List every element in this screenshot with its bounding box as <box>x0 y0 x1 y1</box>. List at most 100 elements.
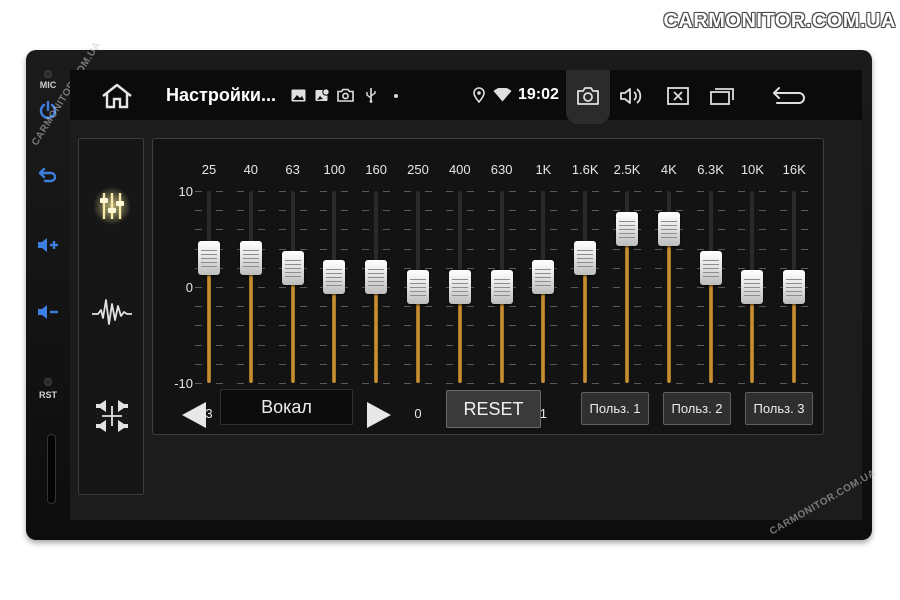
screen: Настройки... 19:02 10 0 -10 25 3 40 63 1… <box>70 70 862 520</box>
scale-tick <box>738 229 746 231</box>
reset-button[interactable]: RESET <box>446 390 541 428</box>
user-preset-2-button[interactable]: Польз. 2 <box>663 392 731 425</box>
volume-up-button[interactable] <box>32 231 64 259</box>
scale-tick <box>696 210 704 212</box>
scale-tick <box>320 229 328 231</box>
band-slider-knob[interactable] <box>281 250 304 285</box>
band-level-fill <box>290 267 295 383</box>
band-slider-track[interactable] <box>207 191 211 383</box>
scale-tick <box>466 210 474 212</box>
band-slider-knob[interactable] <box>699 250 722 285</box>
band-slider-track[interactable] <box>248 191 253 383</box>
equalizer-tab[interactable] <box>87 181 137 231</box>
scale-tick <box>508 306 516 308</box>
band-level-fill <box>583 258 588 383</box>
home-icon <box>102 83 132 109</box>
balance-fader-tab[interactable] <box>87 391 137 441</box>
preset-next-button[interactable] <box>365 400 393 430</box>
band-slider-knob[interactable] <box>574 241 597 276</box>
scale-tick <box>550 191 558 192</box>
scale-tick <box>738 248 746 250</box>
sd-card-slot <box>47 434 56 504</box>
band-slider-track[interactable] <box>290 191 295 383</box>
image-icon <box>290 85 306 105</box>
scale-tick <box>550 383 558 384</box>
scale-tick <box>675 267 683 269</box>
band-frequency-label: 25 <box>201 162 217 177</box>
scale-tick <box>487 229 495 231</box>
scale-tick <box>195 325 202 327</box>
recent-apps-button[interactable] <box>708 83 736 109</box>
band-slider-knob[interactable] <box>657 212 680 247</box>
band-slider-knob[interactable] <box>239 241 262 276</box>
scale-tick <box>550 363 558 365</box>
scale-tick <box>613 267 620 269</box>
scale-tick <box>404 344 411 346</box>
band-slider-track[interactable] <box>708 191 713 383</box>
scale-tick <box>675 383 683 384</box>
scale-tick <box>529 229 537 231</box>
scale-tick <box>780 383 788 384</box>
scale-tick <box>550 306 558 308</box>
band-level-fill <box>666 229 671 383</box>
scale-tick <box>320 248 328 250</box>
scale-tick <box>508 344 516 346</box>
volume-down-button[interactable] <box>32 298 64 326</box>
scale-tick <box>383 383 391 384</box>
clock: 19:02 <box>518 86 559 103</box>
band-slider-knob[interactable] <box>741 270 764 304</box>
screenshot-button[interactable] <box>574 83 602 109</box>
scale-tick <box>613 287 620 288</box>
band-slider-knob[interactable] <box>490 270 513 304</box>
recent-apps-icon <box>710 88 734 105</box>
scale-tick <box>717 248 725 250</box>
scale-tick <box>571 383 579 384</box>
scale-tick <box>236 210 244 212</box>
hw-back-button[interactable] <box>32 161 64 189</box>
band-slider-knob[interactable] <box>323 260 346 295</box>
band-slider-knob[interactable] <box>448 270 471 304</box>
scale-tick <box>425 229 432 231</box>
volume-button[interactable] <box>618 83 646 109</box>
band-frequency-label: 6.3K <box>697 162 724 177</box>
band-frequency-label: 100 <box>323 162 346 177</box>
triangle-left-icon <box>182 402 206 428</box>
band-slider-knob[interactable] <box>198 241 220 276</box>
band-gain-value: 0 <box>414 406 422 421</box>
scale-tick <box>780 267 788 269</box>
band-slider-knob[interactable] <box>407 270 429 304</box>
scale-tick <box>445 325 453 327</box>
scale-tick <box>445 191 453 192</box>
band-level-fill <box>207 258 211 383</box>
reset-hole[interactable] <box>44 378 52 386</box>
scale-tick <box>257 306 265 308</box>
scale-tick <box>257 229 265 231</box>
home-button[interactable] <box>100 82 134 110</box>
band-frequency-label: 16K <box>782 162 806 177</box>
scale-tick <box>487 383 495 384</box>
band-slider-track[interactable] <box>583 191 588 383</box>
scale-tick <box>341 383 349 384</box>
scale-tick <box>780 229 788 231</box>
preset-prev-button[interactable] <box>180 400 208 430</box>
band-slider-knob[interactable] <box>783 270 806 304</box>
scale-tick <box>425 363 432 365</box>
scale-tick <box>780 344 788 346</box>
close-app-button[interactable] <box>664 83 692 109</box>
scale-tick <box>675 248 683 250</box>
status-bar: Настройки... 19:02 <box>70 70 862 124</box>
band-slider-knob[interactable] <box>532 260 555 295</box>
user-preset-1-button[interactable]: Польз. 1 <box>581 392 649 425</box>
scale-tick <box>592 344 600 346</box>
scale-tick <box>425 191 432 192</box>
scale-tick <box>759 325 767 327</box>
band-slider-knob[interactable] <box>365 260 388 295</box>
scale-tick <box>487 344 495 346</box>
band-frequency-label: 250 <box>407 162 429 177</box>
user-preset-3-button[interactable]: Польз. 3 <box>745 392 813 425</box>
sound-effects-tab[interactable] <box>87 287 137 337</box>
band-slider-knob[interactable] <box>616 212 638 247</box>
back-button[interactable] <box>770 83 808 109</box>
location-icon <box>472 85 486 105</box>
scale-tick <box>195 344 202 346</box>
